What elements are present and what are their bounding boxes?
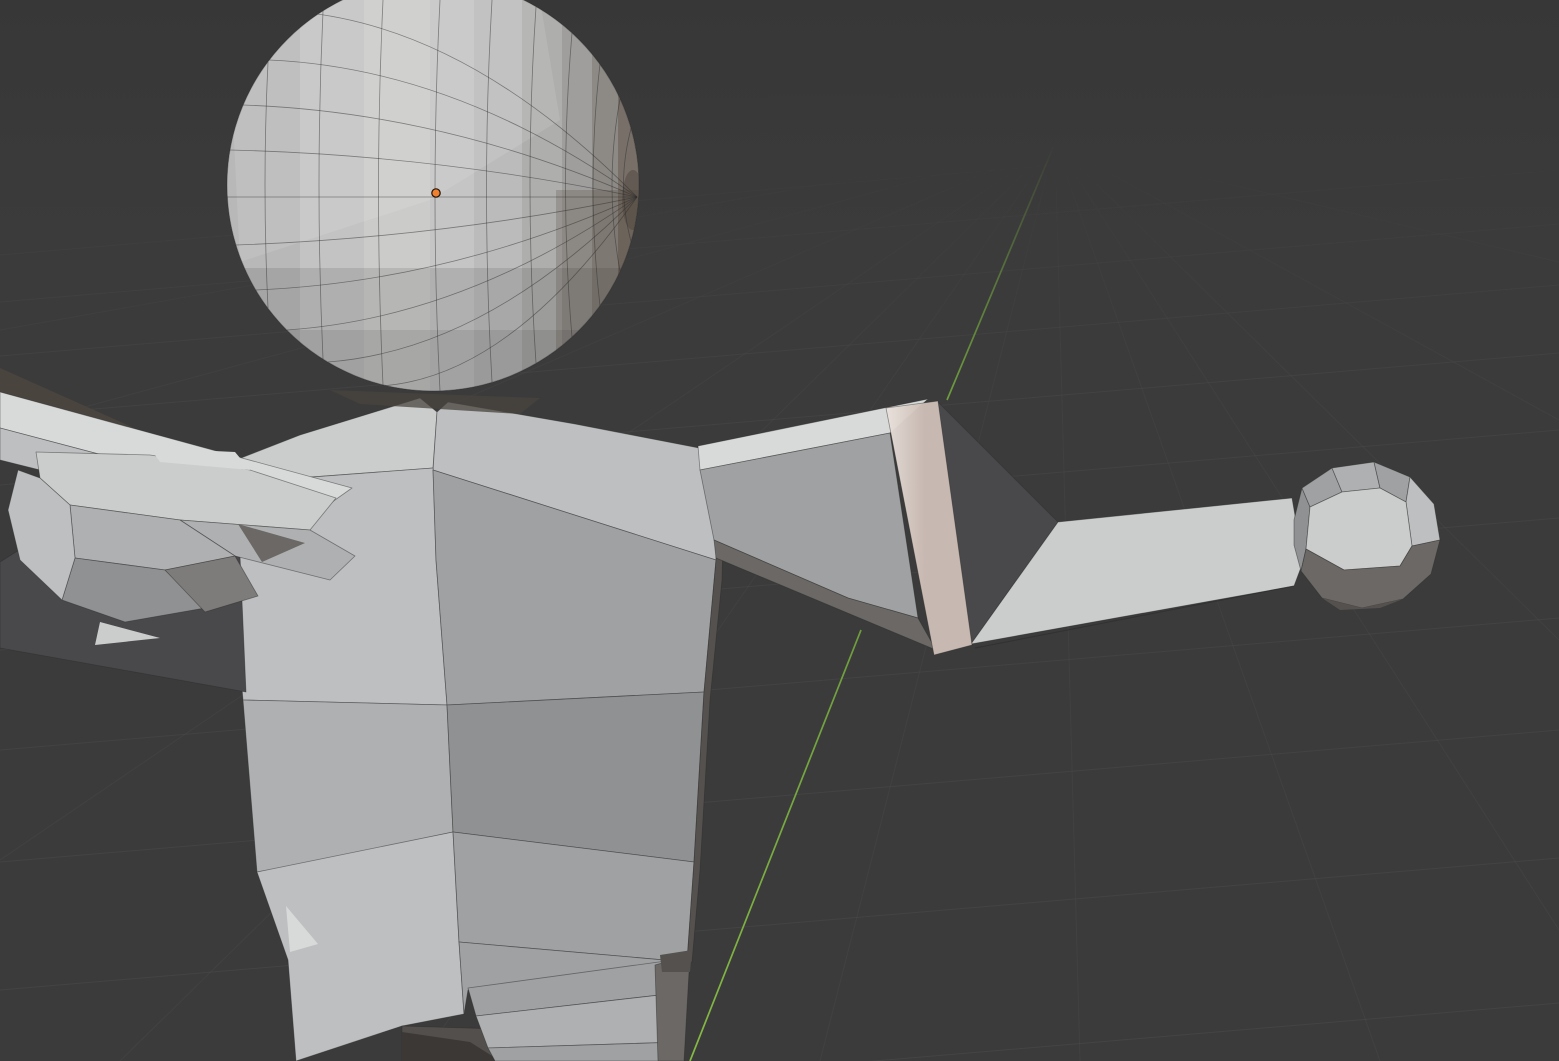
active-vertex[interactable]: [432, 189, 440, 197]
blender-3d-viewport[interactable]: [0, 0, 1559, 1061]
viewport-canvas[interactable]: [0, 0, 1559, 1061]
